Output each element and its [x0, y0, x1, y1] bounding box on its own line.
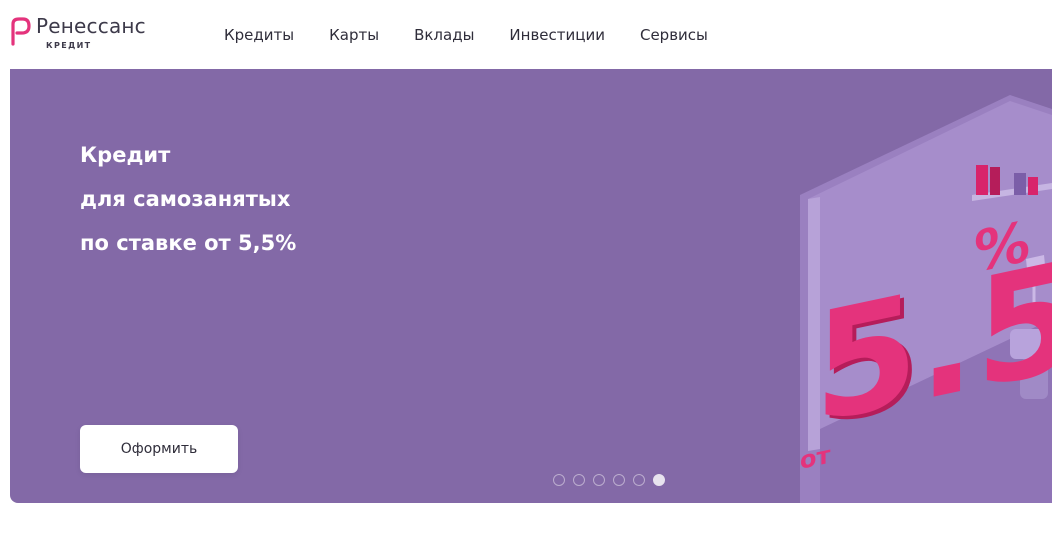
nav-item-deposits[interactable]: Вклады — [414, 26, 474, 44]
nav-item-credits[interactable]: Кредиты — [224, 26, 294, 44]
logo-mark-icon — [11, 17, 31, 46]
nav-item-cards[interactable]: Карты — [329, 26, 379, 44]
carousel-dot[interactable] — [593, 474, 605, 486]
room-illustration: 5 5.5 % от — [800, 95, 1052, 503]
carousel-dot-active[interactable] — [653, 474, 665, 486]
logo[interactable]: Ренессанс КРЕДИТ — [10, 14, 190, 54]
headline-line-1: Кредит — [80, 143, 171, 167]
carousel-dot[interactable] — [573, 474, 585, 486]
svg-text:%: % — [974, 209, 1030, 286]
carousel-dot[interactable] — [633, 474, 645, 486]
carousel-dot[interactable] — [553, 474, 565, 486]
logo-subtitle: КРЕДИТ — [46, 41, 92, 50]
headline-line-2: для самозанятых — [80, 187, 291, 211]
headline-line-3: по ставке от 5,5% — [80, 231, 297, 255]
carousel-dots — [553, 474, 673, 486]
carousel-dot[interactable] — [613, 474, 625, 486]
logo-name: Ренессанс — [36, 14, 146, 38]
apply-button[interactable]: Оформить — [80, 425, 238, 473]
banner-headline: Кредит для самозанятых по ставке от 5,5% — [80, 133, 400, 265]
promo-banner: Кредит для самозанятых по ставке от 5,5%… — [10, 69, 1052, 503]
site-header: Ренессанс КРЕДИТ Кредиты Карты Вклады Ин… — [0, 0, 1052, 69]
nav-item-services[interactable]: Сервисы — [640, 26, 708, 44]
main-nav: Кредиты Карты Вклады Инвестиции Сервисы — [224, 0, 743, 69]
nav-item-investments[interactable]: Инвестиции — [509, 26, 605, 44]
